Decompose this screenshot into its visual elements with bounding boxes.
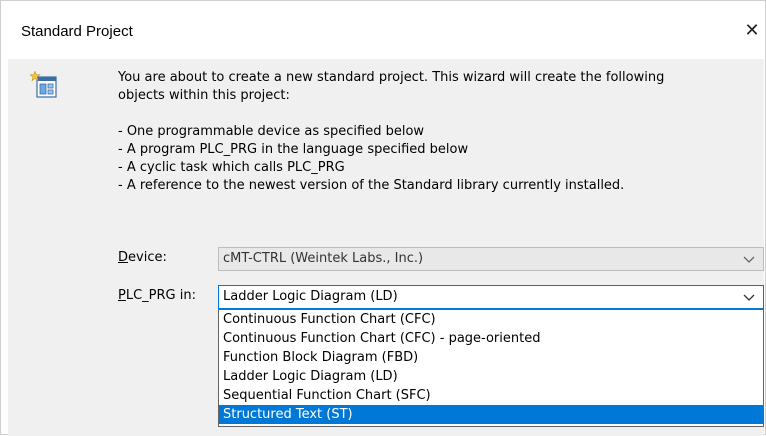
bullet-item: - One programmable device as specified b… (118, 124, 425, 139)
bullet-item: - A program PLC_PRG in the language spec… (118, 142, 469, 157)
intro-text-line1: You are about to create a new standard p… (118, 70, 665, 85)
bullet-item: - A reference to the newest version of t… (118, 178, 625, 193)
wizard-description: You are about to create a new standard p… (118, 69, 738, 195)
intro-text-line2: objects within this project: (118, 88, 290, 103)
dropdown-option-cfc[interactable]: Continuous Function Chart (CFC) (219, 310, 763, 329)
bullet-item: - A cyclic task which calls PLC_PRG (118, 160, 345, 175)
dropdown-option-fbd[interactable]: Function Block Diagram (FBD) (219, 348, 763, 367)
close-icon[interactable]: ✕ (742, 21, 762, 41)
dropdown-option-sfc[interactable]: Sequential Function Chart (SFC) (219, 386, 763, 405)
plc-prg-language-value: Ladder Logic Diagram (LD) (223, 289, 398, 304)
dropdown-option-st[interactable]: Structured Text (ST) (219, 405, 763, 424)
device-value: cMT-CTRL (Weintek Labs., Inc.) (223, 251, 424, 266)
language-dropdown-list: Continuous Function Chart (CFC) Continuo… (218, 309, 764, 427)
chevron-down-icon (743, 256, 755, 263)
title-bar: Standard Project ✕ (1, 1, 765, 59)
dropdown-option-ld[interactable]: Ladder Logic Diagram (LD) (219, 367, 763, 386)
plc-prg-label: PLC_PRG in: (118, 288, 196, 303)
standard-project-dialog: Standard Project ✕ You are about to crea… (0, 0, 766, 436)
device-combobox[interactable]: cMT-CTRL (Weintek Labs., Inc.) (218, 247, 764, 271)
dialog-title: Standard Project (21, 23, 133, 40)
device-label: Device: (118, 250, 167, 265)
plc-prg-language-combobox[interactable]: Ladder Logic Diagram (LD) (218, 285, 764, 309)
wizard-project-icon (30, 71, 57, 98)
dialog-body: You are about to create a new standard p… (8, 59, 764, 436)
dropdown-option-cfc-page-oriented[interactable]: Continuous Function Chart (CFC) - page-o… (219, 329, 763, 348)
chevron-down-icon (743, 294, 755, 301)
